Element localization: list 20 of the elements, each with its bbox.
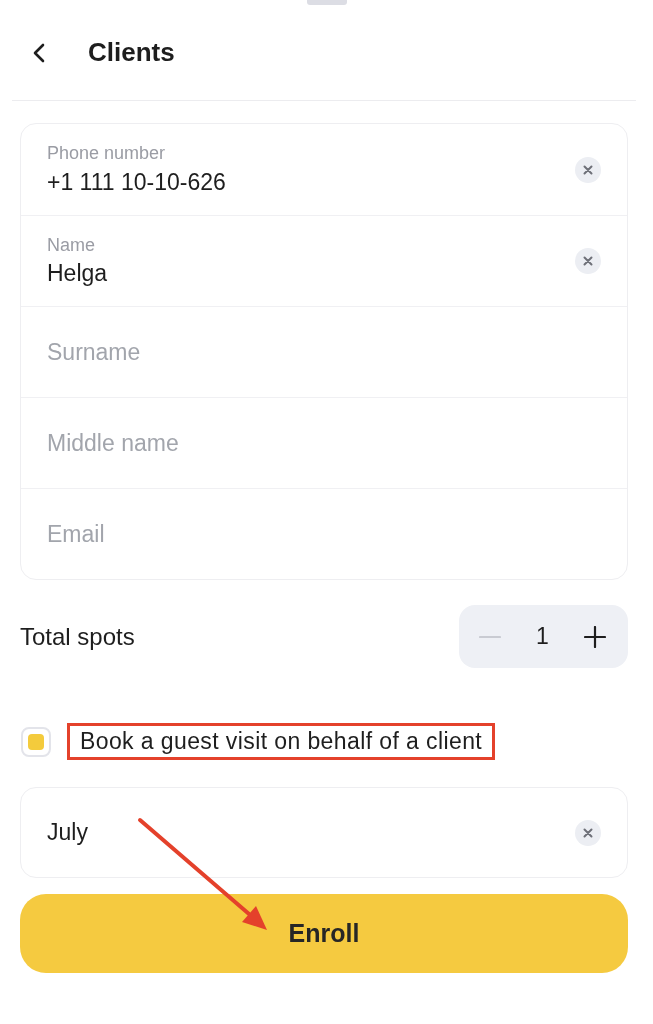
text-input[interactable]: Email (47, 520, 447, 548)
screen-title: Clients (88, 37, 175, 68)
clear-icon[interactable] (575, 248, 601, 274)
text-input[interactable]: Helga (47, 259, 447, 288)
guest-visit-label[interactable]: Book a guest visit on behalf of a client (80, 728, 483, 755)
enroll-button[interactable]: Enroll (20, 894, 628, 973)
checkbox[interactable] (21, 726, 51, 757)
total-spots-label: Total spots (20, 622, 135, 651)
text-input[interactable]: July (47, 818, 447, 847)
field-label: Name (47, 234, 95, 256)
stepper-value: 1 (536, 623, 549, 650)
clear-icon[interactable] (575, 156, 601, 183)
clear-icon[interactable] (575, 819, 601, 846)
text-input[interactable]: +1 111 10-10-626 (47, 168, 447, 196)
field-label: Phone number (47, 143, 166, 164)
drag-handle[interactable] (306, 0, 347, 5)
text-input[interactable]: Middle name (47, 429, 447, 457)
text-input[interactable]: Surname (47, 338, 447, 366)
back-icon[interactable] (33, 42, 45, 63)
plus-icon[interactable] (584, 625, 606, 648)
